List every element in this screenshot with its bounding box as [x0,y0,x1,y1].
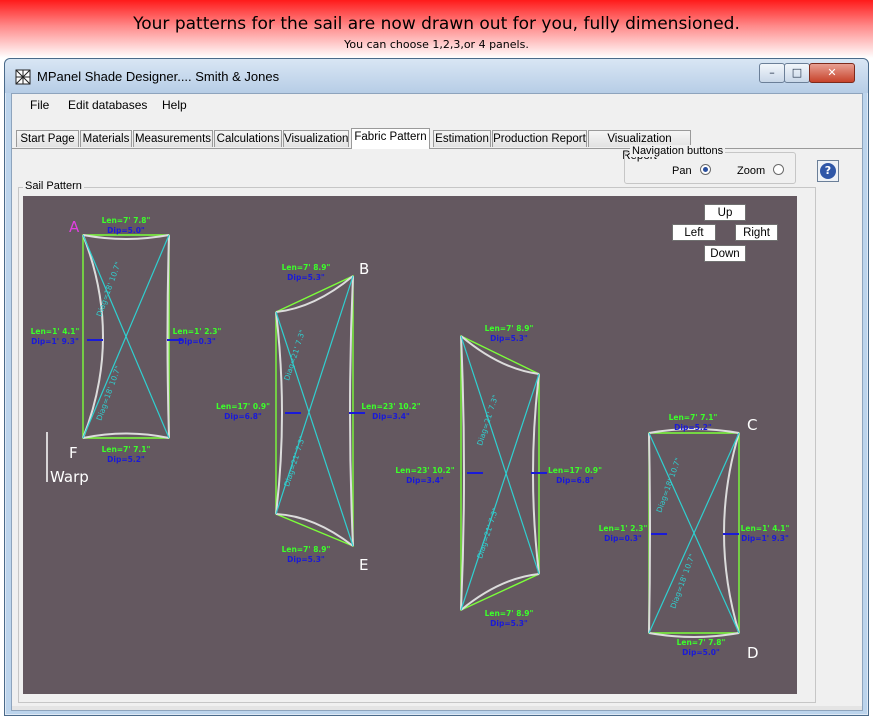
panel-3-diag1-label: Diag=21' 7.3" [475,394,500,447]
sail-pattern-canvas[interactable]: Len=7' 7.8" Dip=5.0" Len=7' 7.1" Dip=5.2" Le… [23,196,797,694]
tab-production-report[interactable]: Production Report [492,130,587,147]
banner-subheading: You can choose 1,2,3,or 4 panels. [344,38,529,51]
maximize-button[interactable]: □ [784,63,810,83]
help-icon: ? [820,163,836,179]
panel-2-left-dip: Dip=6.8" [224,412,262,421]
panel-2-outline [275,274,354,548]
panel-3-bottom-dip: Dip=5.3" [490,619,528,628]
pan-left-button[interactable]: Left [672,224,716,241]
panel-1-left-length: Len=1' 4.1" [31,327,80,336]
panel-4-top-dip: Dip=5.2" [674,423,712,432]
pan-radio[interactable] [700,164,711,175]
panel-2-diag2-label: Diag=21' 7.3" [282,435,307,488]
panel-3-diag2-label: Diag=21' 7.3" [475,507,500,560]
panel-3-right-length: Len=17' 0.9" [548,466,602,475]
panel-2-left-length: Len=17' 0.9" [216,402,270,411]
tab-strip: Start Page Materials Measurements Calcul… [12,128,862,162]
panel-3-bottom-length: Len=7' 8.9" [485,609,534,618]
panel-3-left-dip: Dip=3.4" [406,476,444,485]
panel-2-right-dip: Dip=3.4" [372,412,410,421]
panel-3-left-length: Len=23' 10.2" [395,466,454,475]
corner-label-d: D [747,644,759,662]
panel-4-bottom-dip: Dip=5.0" [682,648,720,657]
panel-4-bottom-length: Len=7' 7.8" [677,638,726,647]
panel-3-top-dip: Dip=5.3" [490,334,528,343]
panel-4-seam-left [648,432,651,634]
panel-2-seam-left [275,311,283,515]
panel-2-top-dip: Dip=5.3" [287,273,325,282]
title-bar[interactable]: MPanel Shade Designer.... Smith & Jones … [5,59,868,93]
navigation-legend: Navigation buttons [630,145,726,157]
zoom-radio[interactable] [773,164,784,175]
tab-start-page[interactable]: Start Page [16,130,79,147]
menu-bar: File Edit databases Help [12,94,862,118]
status-bar [12,706,862,710]
corner-label-f: F [69,444,78,462]
panel-2-top-length: Len=7' 8.9" [282,263,331,272]
pattern-drawing: Len=7' 7.8"Dip=5.0"Len=7' 7.1"Dip=5.2"Le… [31,216,790,662]
panel-1-right-length: Len=1' 2.3" [173,327,222,336]
panel-1-top-dip: Dip=5.0" [107,226,145,235]
warp-label: Warp [50,468,89,486]
panel-2-diag1-label: Diag=21' 7.3" [282,329,307,382]
panel-1-bottom-length: Len=7' 7.1" [102,445,151,454]
panel-4-left-dip: Dip=0.3" [604,534,642,543]
panel-3-diagonal-2 [460,373,540,611]
panel-3-right-dip: Dip=6.8" [556,476,594,485]
app-icon [15,69,31,85]
instruction-banner: Your patterns for the sail are now drawn… [0,0,873,58]
tab-calculations[interactable]: Calculations [214,130,282,147]
banner-heading: Your patterns for the sail are now drawn… [133,14,740,34]
pan-up-button[interactable]: Up [704,204,746,221]
close-button[interactable]: ✕ [809,63,855,83]
sail-pattern-group: Sail Pattern Len=7' 7.8" Dip=5.0" Len=7' 7… [18,180,816,703]
panel-2-diagonal-1 [275,311,354,547]
help-button[interactable]: ? [817,160,839,182]
menu-help[interactable]: Help [162,98,187,112]
pan-label: Pan [672,165,692,177]
minimize-button[interactable]: – [759,63,785,83]
panel-2-bottom-dip: Dip=5.3" [287,555,325,564]
app-window: MPanel Shade Designer.... Smith & Jones … [4,58,869,716]
corner-label-a: A [69,218,80,236]
panel-4-top-length: Len=7' 7.1" [669,413,718,422]
tab-fabric-pattern[interactable]: Fabric Pattern [351,128,430,149]
corner-label-e: E [359,556,368,574]
client-area: File Edit databases Help Start Page Mate… [11,93,863,711]
menu-edit-databases[interactable]: Edit databases [68,98,147,112]
tab-measurements[interactable]: Measurements [133,130,213,147]
window-title: MPanel Shade Designer.... Smith & Jones [37,69,280,84]
panel-1-top-length: Len=7' 7.8" [102,216,151,225]
panel-1-bottom-dip: Dip=5.2" [107,455,145,464]
panel-2-bottom-length: Len=7' 8.9" [282,545,331,554]
panel-2-right-length: Len=23' 10.2" [361,402,420,411]
tab-estimation[interactable]: Estimation [433,130,491,147]
sail-pattern-legend: Sail Pattern [23,180,84,192]
pan-down-button[interactable]: Down [704,245,746,262]
panel-4-diag1-label: Diag=18' 10.7" [655,457,683,514]
zoom-label: Zoom [737,165,766,177]
corner-label-c: C [747,416,757,434]
navigation-buttons-group: Navigation buttons Pan Zoom [624,145,796,184]
panel-1-right-dip: Dip=0.3" [178,337,216,346]
pan-right-button[interactable]: Right [735,224,778,241]
panel-4-right-dip: Dip=1' 9.3" [741,534,789,543]
tab-visualization[interactable]: Visualization [283,130,349,147]
corner-label-b: B [359,260,369,278]
panel-1-left-dip: Dip=1' 9.3" [31,337,79,346]
panel-4-left-length: Len=1' 2.3" [599,524,648,533]
panel-1-diag2-label: Diag=18' 10.7" [95,365,123,422]
panel-3-top-length: Len=7' 8.9" [485,324,534,333]
tab-materials[interactable]: Materials [80,130,132,147]
menu-file[interactable]: File [30,98,49,112]
panel-4-right-length: Len=1' 4.1" [741,524,790,533]
